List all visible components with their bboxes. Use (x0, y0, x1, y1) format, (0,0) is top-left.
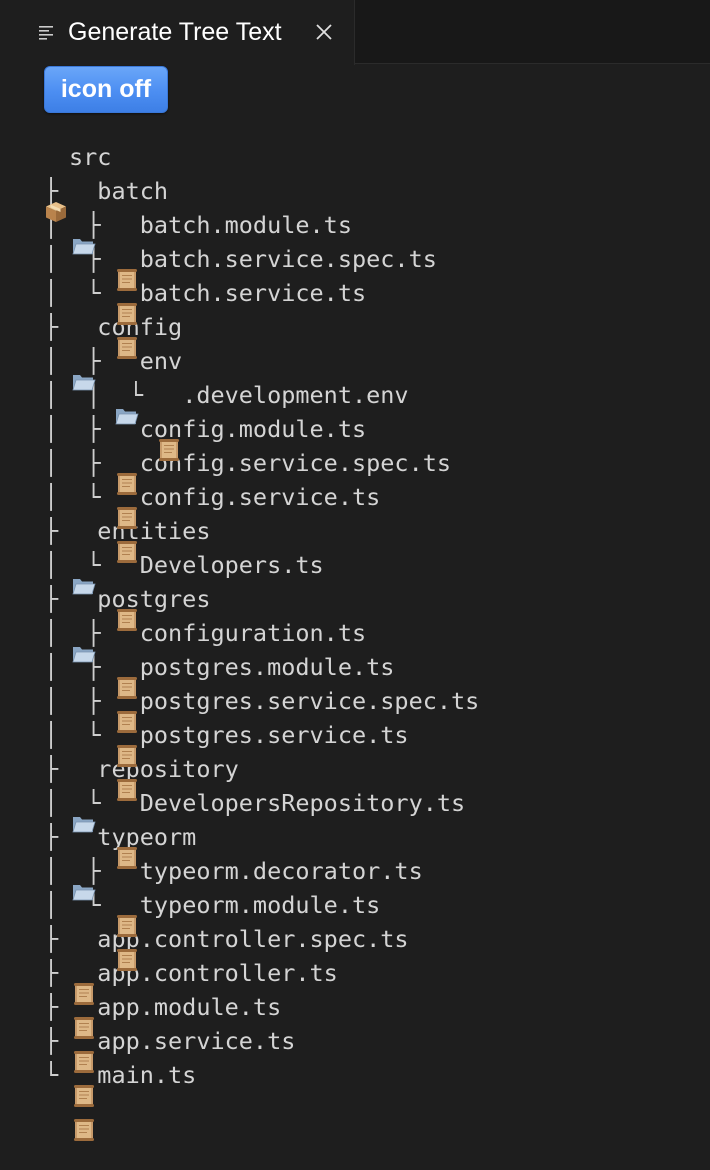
tree-row: │ ├ config.service.spec.ts (44, 446, 479, 529)
tree-branch-prefix: ├ (44, 959, 73, 987)
tree-item-name: main.ts (97, 1061, 197, 1089)
tree-branch-prefix: │ ├ (44, 449, 115, 477)
file-icon (115, 858, 139, 937)
tree-item-name: batch.module.ts (139, 211, 352, 239)
folder-icon (72, 824, 96, 901)
tree-row: │ ├ env (44, 344, 479, 425)
file-icon (115, 722, 139, 801)
tree-row: ├ app.service.ts (44, 1024, 479, 1107)
icon-toggle-button[interactable]: icon off (44, 66, 168, 113)
tab-title: Generate Tree Text (68, 18, 282, 46)
tree-row: │ └ Developers.ts (44, 548, 479, 631)
file-icon (72, 926, 96, 1005)
package-icon (44, 144, 68, 222)
tree-item-name: Developers.ts (139, 551, 324, 579)
tree-item-name: typeorm.module.ts (139, 891, 381, 919)
tree-branch-prefix: │ └ (44, 721, 115, 749)
tree-row: │ ├ postgres.module.ts (44, 650, 479, 733)
tree-item-name: postgres.service.spec.ts (139, 687, 480, 715)
tree-item-name: config.service.spec.ts (139, 449, 452, 477)
tree-item-name: app.controller.spec.ts (97, 925, 409, 953)
tree-item-name: DevelopersRepository.ts (139, 789, 466, 817)
tree-row: │ ├ batch.service.spec.ts (44, 242, 479, 325)
tree-row: │ └ postgres.service.ts (44, 718, 479, 801)
tree-item-name: postgres.module.ts (139, 653, 395, 681)
editor-tab-bar: Generate Tree Text (0, 0, 710, 65)
tree-row: │ ├ config.module.ts (44, 412, 479, 495)
tree-branch-prefix: │ └ (44, 483, 115, 511)
file-icon (72, 960, 96, 1039)
tree-row: │ ├ batch.module.ts (44, 208, 479, 291)
tree-item-name: .development.env (182, 381, 409, 409)
close-icon[interactable] (314, 22, 334, 42)
tree-text-output: src ├ batch │ ├ batch.module.ts │ ├ batch.s… (44, 140, 480, 1141)
tree-row: │ └ batch.service.ts (44, 276, 479, 359)
file-icon (72, 994, 96, 1073)
tree-item-name: batch.service.ts (139, 279, 367, 307)
tree-row: ├ app.controller.ts (44, 956, 479, 1039)
tree-row: │ ├ typeorm.decorator.ts (44, 854, 479, 937)
tree-branch-prefix: ├ (44, 755, 73, 783)
tree-item-name: src (69, 143, 112, 171)
tree-row: └ main.ts (44, 1058, 479, 1141)
file-icon (115, 654, 139, 733)
folder-icon (72, 178, 96, 255)
tree-branch-prefix: ├ (44, 313, 73, 341)
tree-row: ├ postgres (44, 582, 479, 663)
tree-row: │ └ typeorm.module.ts (44, 888, 479, 971)
tree-item-name: app.service.ts (97, 1027, 296, 1055)
folder-icon (115, 348, 139, 425)
file-icon (115, 688, 139, 767)
tree-row: │ ├ configuration.ts (44, 616, 479, 699)
tree-row: ├ app.controller.spec.ts (44, 922, 479, 1005)
file-icon (72, 1062, 96, 1141)
file-icon (115, 892, 139, 971)
tree-item-name: env (139, 347, 183, 375)
folder-icon (72, 586, 96, 663)
file-icon (115, 790, 139, 869)
tree-item-name: batch (97, 177, 169, 205)
file-icon (115, 246, 139, 325)
tree-branch-prefix: ├ (44, 925, 73, 953)
tree-item-name: postgres.service.ts (139, 721, 409, 749)
folder-icon (72, 756, 96, 833)
tree-row: ├ entities (44, 514, 479, 595)
tree-row: │ └ config.service.ts (44, 480, 479, 563)
tree-row: ├ typeorm (44, 820, 479, 901)
tree-branch-prefix: ├ (44, 585, 73, 613)
tree-item-name: configuration.ts (139, 619, 367, 647)
tree-branch-prefix: ├ (44, 993, 73, 1021)
tree-item-name: typeorm (97, 823, 197, 851)
file-icon (115, 552, 139, 631)
file-icon (115, 620, 139, 699)
tree-row: │ ├ postgres.service.spec.ts (44, 684, 480, 767)
file-icon (72, 1028, 96, 1107)
folder-icon (72, 314, 96, 391)
file-icon (115, 280, 139, 359)
tree-branch-prefix: ├ (44, 1027, 73, 1055)
list-icon (38, 24, 54, 40)
folder-icon (72, 518, 96, 595)
tree-row: ├ config (44, 310, 479, 391)
tree-row: ├ app.module.ts (44, 990, 479, 1073)
tree-row: │ └ DevelopersRepository.ts (44, 786, 479, 869)
tree-row: ├ batch (44, 174, 479, 255)
file-icon (115, 212, 139, 291)
tree-row: ├ repository (44, 752, 479, 833)
tree-branch-prefix: ├ (44, 517, 73, 545)
file-icon (115, 416, 139, 495)
tree-branch-prefix: └ (44, 1061, 73, 1089)
tree-row: src (44, 140, 479, 222)
file-icon (157, 382, 181, 461)
file-icon (115, 450, 139, 529)
tab-generate-tree-text[interactable]: Generate Tree Text (0, 0, 355, 65)
file-icon (115, 484, 139, 563)
tree-row: │ │ └ .development.env (44, 378, 479, 461)
tree-item-name: typeorm.decorator.ts (139, 857, 423, 885)
tree-branch-prefix: ├ (44, 823, 73, 851)
tree-item-name: batch.service.spec.ts (139, 245, 437, 273)
